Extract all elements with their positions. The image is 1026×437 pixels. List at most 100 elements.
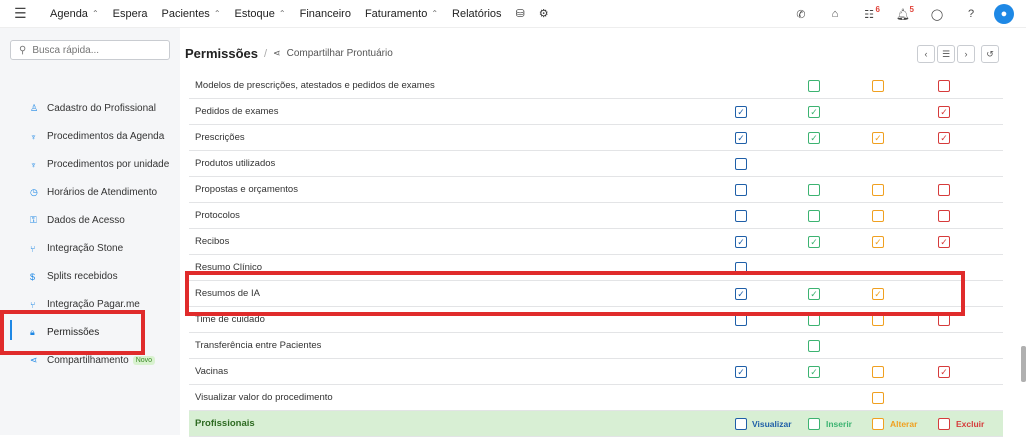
edit-checkbox[interactable]	[872, 80, 884, 92]
table-row: Vacinas ✓ ✓ ✓	[189, 359, 1003, 385]
quick-search[interactable]: ⚲	[10, 40, 170, 60]
legend-edit-checkbox[interactable]	[872, 418, 884, 430]
row-label: Prescrições	[195, 132, 245, 143]
branch-icon: ⑂	[30, 243, 36, 254]
nav-item[interactable]: Agenda ⌃	[50, 8, 99, 20]
view-checkbox[interactable]: ✓	[735, 132, 747, 144]
nav-item[interactable]: Pacientes ⌃	[162, 8, 221, 20]
table-row: Transferência entre Pacientes	[189, 333, 1003, 359]
row-label: Modelos de prescrições, atestados e pedi…	[195, 80, 435, 91]
chevron-updown-icon: ⌃	[213, 9, 221, 18]
stethoscope-icon: ♆	[30, 159, 37, 170]
sidebar-item[interactable]: $ Splits recebidos	[30, 271, 118, 282]
edit-checkbox[interactable]: ✓	[872, 132, 884, 144]
delete-checkbox[interactable]: ✓	[938, 366, 950, 378]
nav-item[interactable]: Financeiro	[300, 8, 351, 20]
share-icon: ⋖	[30, 355, 38, 365]
insert-checkbox[interactable]: ✓	[808, 132, 820, 144]
delete-checkbox[interactable]	[938, 184, 950, 196]
delete-checkbox[interactable]: ✓	[938, 236, 950, 248]
insert-checkbox[interactable]: ✓	[808, 236, 820, 248]
legend-insert-checkbox[interactable]	[808, 418, 820, 430]
history-button[interactable]: ↺	[981, 45, 999, 63]
sidebar-item[interactable]: ⋖ Compartilhamento Novo	[30, 355, 156, 366]
bell-icon[interactable]: 🔔︎ 5	[886, 5, 920, 21]
view-checkbox[interactable]	[735, 184, 747, 196]
sidebar-item[interactable]: ♆ Procedimentos da Agenda	[30, 131, 164, 142]
view-checkbox[interactable]: ✓	[735, 106, 747, 118]
search-icon: ⚲	[19, 44, 27, 56]
new-badge: Novo	[132, 356, 156, 365]
user-icon: ♙	[30, 103, 39, 113]
insert-checkbox[interactable]	[808, 184, 820, 196]
list-button[interactable]: ☰	[937, 45, 955, 63]
search-input[interactable]	[32, 44, 153, 56]
breadcrumb: Permissões / ⋖ Compartilhar Prontuário	[185, 46, 393, 61]
nav-item[interactable]: Estoque ⌃	[235, 8, 286, 20]
table-row: Produtos utilizados	[189, 151, 1003, 177]
breadcrumb-current[interactable]: Compartilhar Prontuário	[287, 48, 393, 59]
scrollbar-thumb[interactable]	[1021, 346, 1026, 382]
dollar-icon: $	[30, 271, 36, 282]
nav-item[interactable]: Espera	[113, 8, 148, 20]
table-row: Pedidos de exames ✓ ✓ ✓	[189, 99, 1003, 125]
edit-checkbox[interactable]	[872, 184, 884, 196]
next-button[interactable]: ›	[957, 45, 975, 63]
key-icon: ⚿	[30, 215, 37, 225]
prev-button[interactable]: ‹	[917, 45, 935, 63]
row-label: Visualizar valor do procedimento	[195, 392, 333, 403]
sidebar-item[interactable]: ⚿ Dados de Acesso	[30, 215, 125, 226]
nav-item[interactable]: Relatórios	[452, 8, 502, 20]
insert-checkbox[interactable]	[808, 210, 820, 222]
edit-checkbox[interactable]	[872, 366, 884, 378]
sidebar-item[interactable]: ◷ Horários de Atendimento	[30, 187, 157, 198]
edit-checkbox[interactable]	[872, 392, 884, 404]
nav-item[interactable]: Faturamento ⌃	[365, 8, 438, 20]
sidebar: ⚲ ♙ Cadastro do Profissional ♆ Procedimento…	[0, 28, 180, 435]
database-icon[interactable]: ⛁	[516, 7, 525, 20]
sidebar-item[interactable]: ♆ Procedimentos por unidade	[30, 159, 169, 170]
stethoscope-icon: ♆	[30, 131, 37, 142]
delete-checkbox[interactable]: ✓	[938, 132, 950, 144]
sidebar-item[interactable]: ⑂ Integração Pagar.me	[30, 299, 140, 310]
delete-checkbox[interactable]: ✓	[938, 106, 950, 118]
nav-item-label: Agenda	[50, 7, 88, 20]
table-row: Propostas e orçamentos	[189, 177, 1003, 203]
inbox-icon[interactable]: ⌂	[818, 8, 852, 20]
view-checkbox[interactable]: ✓	[735, 236, 747, 248]
view-checkbox[interactable]	[735, 210, 747, 222]
sidebar-item-label: Procedimentos por unidade	[47, 159, 170, 170]
edit-checkbox[interactable]: ✓	[872, 236, 884, 248]
sidebar-item-label: Dados de Acesso	[47, 215, 125, 226]
avatar[interactable]: ●	[994, 4, 1014, 24]
sidebar-item[interactable]: ♙ Cadastro do Profissional	[30, 103, 156, 114]
table-row: Prescrições ✓ ✓ ✓ ✓	[189, 125, 1003, 151]
row-label: Recibos	[195, 236, 230, 247]
row-label: Protocolos	[195, 210, 240, 221]
sidebar-item-label: Compartilhamento	[47, 355, 129, 366]
view-checkbox[interactable]	[735, 158, 747, 170]
tasks-icon[interactable]: ☷ 6	[852, 5, 886, 21]
sidebar-item-label: Splits recebidos	[47, 271, 118, 282]
hamburger-menu-icon[interactable]: ☰	[14, 5, 36, 22]
top-navbar: ☰ Agenda ⌃ Espera Pacientes ⌃ Estoque ⌃ Finance…	[0, 0, 1026, 28]
view-checkbox[interactable]: ✓	[735, 366, 747, 378]
insert-checkbox[interactable]: ✓	[808, 366, 820, 378]
help-icon[interactable]: ?	[954, 8, 988, 20]
delete-checkbox[interactable]	[938, 210, 950, 222]
insert-checkbox[interactable]: ✓	[808, 106, 820, 118]
sidebar-item[interactable]: ⑂ Integração Stone	[30, 243, 123, 254]
legend-delete-checkbox[interactable]	[938, 418, 950, 430]
nav-item-label: Faturamento	[364, 7, 428, 20]
insert-checkbox[interactable]	[808, 340, 820, 352]
phone-icon[interactable]: ✆	[784, 8, 818, 21]
list-icon: ☰	[941, 48, 951, 59]
insert-checkbox[interactable]	[808, 80, 820, 92]
legend-view-checkbox[interactable]	[735, 418, 747, 430]
gear-icon[interactable]: ⚙	[539, 7, 549, 20]
nav-item-label: Financeiro	[299, 7, 351, 20]
chat-icon[interactable]: ◯	[920, 8, 954, 21]
edit-checkbox[interactable]	[872, 210, 884, 222]
delete-checkbox[interactable]	[938, 80, 950, 92]
chevron-updown-icon: ⌃	[91, 9, 99, 18]
